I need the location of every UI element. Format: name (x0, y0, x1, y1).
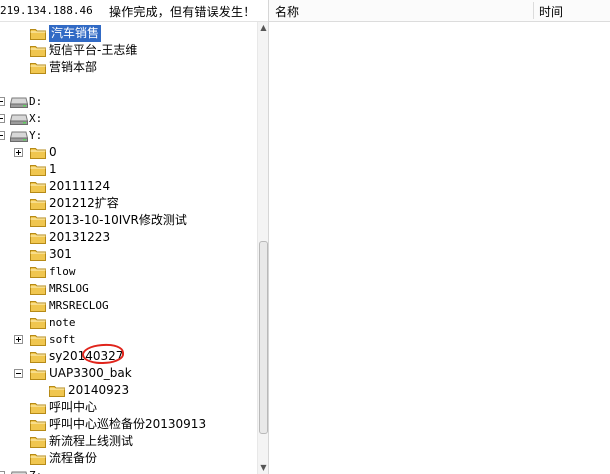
tree-folder-item[interactable]: UAP3300_bak (0, 365, 258, 382)
scroll-down-icon[interactable]: ▼ (258, 462, 268, 474)
folder-icon (30, 418, 46, 431)
drive-icon (9, 130, 29, 142)
tree-folder-item[interactable]: 呼叫中心 (0, 399, 258, 416)
folder-tree-pane: 219.134.188.46 操作完成，但有错误发生！ 汽车销售 短信平台-王志维… (0, 0, 269, 474)
tree-folder-item[interactable]: 20131223 (0, 229, 258, 246)
folder-icon (30, 180, 46, 193)
collapse-toggle-icon[interactable] (0, 114, 5, 123)
tree-folder-item[interactable]: 301 (0, 246, 258, 263)
file-list-pane: 名称 时间 (269, 0, 610, 474)
tree-item-label: 2013-10-10IVR修改测试 (49, 213, 187, 227)
collapse-toggle-icon[interactable] (0, 97, 5, 106)
tree-item-label: soft (49, 333, 76, 346)
folder-icon (30, 231, 46, 244)
status-bar: 219.134.188.46 操作完成，但有错误发生！ (0, 0, 268, 22)
tree-item-label: 20111124 (49, 179, 111, 193)
tree-folder-item[interactable]: soft (0, 331, 258, 348)
column-header-time[interactable]: 时间 (539, 3, 563, 20)
folder-icon (30, 61, 46, 74)
folder-icon (30, 367, 46, 380)
tree-folder-item[interactable]: 汽车销售 (0, 25, 258, 42)
tree-item-label: 1 (49, 162, 57, 176)
tree-item-label: UAP3300_bak (49, 366, 132, 380)
server-ip: 219.134.188.46 (0, 4, 93, 17)
drive-icon (9, 113, 29, 125)
tree-folder-item[interactable]: 1 (0, 161, 258, 178)
expand-toggle-icon[interactable] (14, 148, 23, 157)
tree-item-label: 呼叫中心 (49, 400, 98, 414)
folder-icon (30, 401, 46, 414)
tree-item-label: Y: (29, 129, 43, 142)
folder-icon (30, 316, 46, 329)
tree-folder-item[interactable]: 营销本部 (0, 59, 258, 76)
folder-icon (30, 435, 46, 448)
folder-icon (49, 384, 65, 397)
tree-scrollbar[interactable]: ▲ ▼ (257, 22, 268, 474)
tree-drive-item[interactable]: X: (0, 110, 258, 127)
folder-icon (30, 44, 46, 57)
expand-toggle-icon[interactable] (14, 335, 23, 344)
collapse-toggle-icon[interactable] (0, 131, 5, 140)
tree-drive-item[interactable]: Z: (0, 467, 258, 474)
column-divider[interactable] (533, 2, 534, 19)
tree-item-label: 201212扩容 (49, 196, 119, 210)
folder-icon (30, 452, 46, 465)
folder-tree: 汽车销售 短信平台-王志维 营销本部 D: X: Y: 0 1 20111124 201212扩容… (0, 22, 258, 474)
tree-folder-item[interactable]: 2013-10-10IVR修改测试 (0, 212, 258, 229)
tree-item-label: 20131223 (49, 230, 111, 244)
tree-item-label: note (49, 316, 76, 329)
folder-icon (30, 197, 46, 210)
tree-folder-item[interactable]: MRSRECLOG (0, 297, 258, 314)
scroll-up-icon[interactable]: ▲ (258, 22, 268, 34)
tree-item-label: Z: (29, 467, 42, 474)
tree-item-label: 301 (49, 247, 72, 261)
tree-item-label: 0 (49, 145, 57, 159)
tree-drive-item[interactable]: D: (0, 93, 258, 110)
folder-icon (30, 163, 46, 176)
folder-icon (30, 265, 46, 278)
tree-item-label: 汽车销售 (49, 25, 102, 42)
tree-item-label: D: (29, 95, 43, 108)
tree-item-label: 短信平台-王志维 (49, 43, 138, 57)
tree-folder-item[interactable]: MRSLOG (0, 280, 258, 297)
tree-item-label: 呼叫中心巡检备份20130913 (49, 417, 207, 431)
tree-item-label: 新流程上线测试 (49, 434, 134, 448)
tree-folder-item[interactable]: 流程备份 (0, 450, 258, 467)
drive-icon (9, 96, 29, 108)
folder-icon (30, 350, 46, 363)
tree-folder-item[interactable]: 呼叫中心巡检备份20130913 (0, 416, 258, 433)
drive-icon (10, 470, 28, 474)
tree-folder-item[interactable]: note (0, 314, 258, 331)
tree-folder-item[interactable]: 0 (0, 144, 258, 161)
status-message: 操作完成，但有错误发生！ (109, 5, 256, 19)
folder-icon (30, 333, 46, 346)
tree-drive-item[interactable]: Y: (0, 127, 258, 144)
folder-icon (30, 248, 46, 261)
tree-folder-item[interactable]: sy20140327 (0, 348, 258, 365)
tree-folder-item[interactable]: 20140923 (0, 382, 258, 399)
tree-item-label: MRSLOG (49, 282, 89, 295)
tree-item-label: flow (49, 265, 76, 278)
file-list-header: 名称 时间 (269, 0, 610, 22)
tree-folder-item[interactable]: 20111124 (0, 178, 258, 195)
folder-icon (30, 299, 46, 312)
folder-icon (30, 214, 46, 227)
column-header-name[interactable]: 名称 (275, 3, 299, 20)
tree-folder-item[interactable]: 短信平台-王志维 (0, 42, 258, 59)
tree-folder-item[interactable]: 201212扩容 (0, 195, 258, 212)
folder-icon (30, 27, 46, 40)
folder-icon (30, 146, 46, 159)
tree-item-label: MRSRECLOG (49, 299, 109, 312)
tree-item-label: 流程备份 (49, 451, 98, 465)
folder-icon (30, 282, 46, 295)
collapse-toggle-icon[interactable] (14, 369, 23, 378)
tree-item-label: 营销本部 (49, 60, 98, 74)
tree-item-label: 20140923 (68, 383, 130, 397)
tree-item-label: X: (29, 112, 43, 125)
scroll-thumb[interactable] (259, 241, 268, 434)
tree-folder-item[interactable]: flow (0, 263, 258, 280)
tree-folder-item[interactable]: 新流程上线测试 (0, 433, 258, 450)
